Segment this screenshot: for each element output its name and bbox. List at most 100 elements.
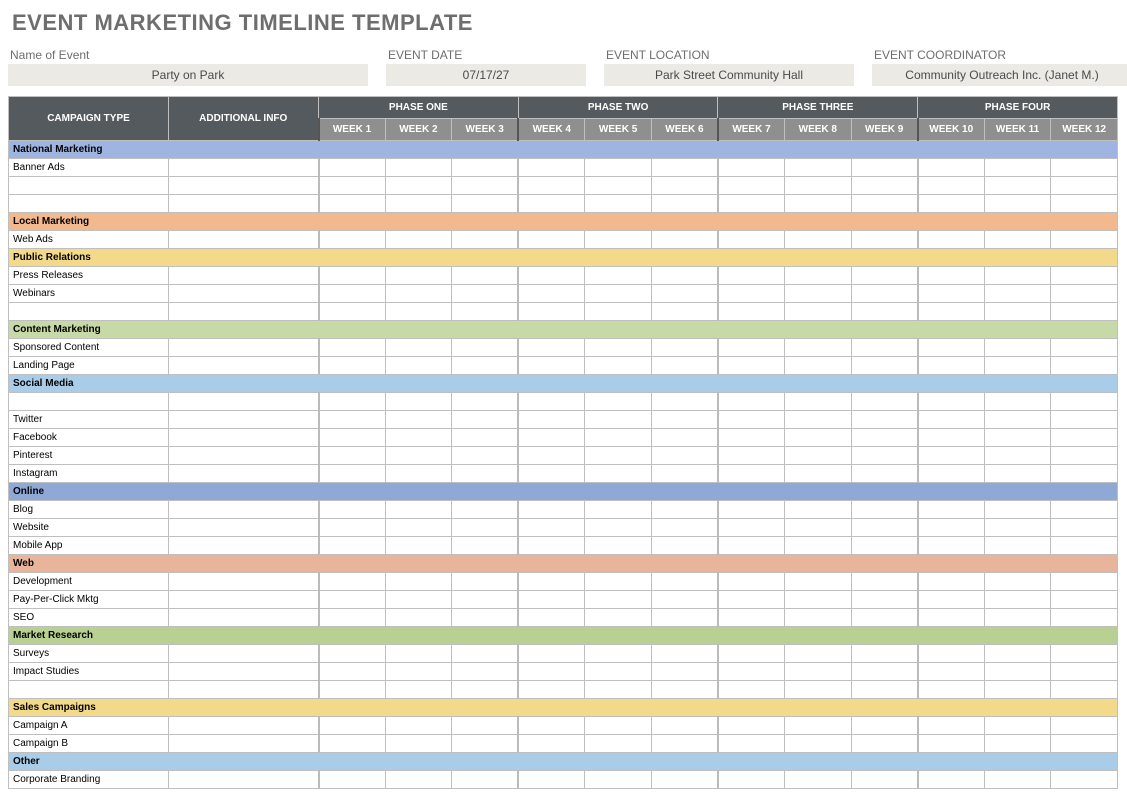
- cell-week-4[interactable]: [518, 465, 585, 483]
- row-additional[interactable]: [169, 267, 319, 285]
- row-additional[interactable]: [169, 771, 319, 789]
- cell-week-7[interactable]: [718, 537, 785, 555]
- cell-week-3[interactable]: [452, 357, 519, 375]
- info-location-value[interactable]: Park Street Community Hall: [604, 64, 854, 86]
- cell-week-8[interactable]: [785, 231, 852, 249]
- cell-week-10[interactable]: [918, 285, 985, 303]
- cell-week-6[interactable]: [651, 501, 718, 519]
- cell-week-12[interactable]: [1051, 447, 1118, 465]
- cell-week-11[interactable]: [984, 177, 1051, 195]
- cell-week-11[interactable]: [984, 285, 1051, 303]
- cell-week-6[interactable]: [651, 447, 718, 465]
- cell-week-11[interactable]: [984, 339, 1051, 357]
- cell-week-9[interactable]: [851, 609, 918, 627]
- cell-week-9[interactable]: [851, 447, 918, 465]
- cell-week-8[interactable]: [785, 519, 852, 537]
- info-date-value[interactable]: 07/17/27: [386, 64, 586, 86]
- row-additional[interactable]: [169, 663, 319, 681]
- cell-week-11[interactable]: [984, 771, 1051, 789]
- cell-week-8[interactable]: [785, 645, 852, 663]
- cell-week-8[interactable]: [785, 267, 852, 285]
- cell-week-5[interactable]: [585, 591, 652, 609]
- cell-week-2[interactable]: [385, 429, 452, 447]
- cell-week-9[interactable]: [851, 573, 918, 591]
- cell-week-10[interactable]: [918, 267, 985, 285]
- cell-week-3[interactable]: [452, 717, 519, 735]
- cell-week-9[interactable]: [851, 177, 918, 195]
- cell-week-1[interactable]: [319, 357, 386, 375]
- cell-week-7[interactable]: [718, 357, 785, 375]
- cell-week-12[interactable]: [1051, 573, 1118, 591]
- cell-week-8[interactable]: [785, 447, 852, 465]
- cell-week-4[interactable]: [518, 645, 585, 663]
- cell-week-3[interactable]: [452, 645, 519, 663]
- cell-week-5[interactable]: [585, 501, 652, 519]
- row-additional[interactable]: [169, 285, 319, 303]
- cell-week-7[interactable]: [718, 771, 785, 789]
- cell-week-8[interactable]: [785, 411, 852, 429]
- cell-week-2[interactable]: [385, 447, 452, 465]
- cell-week-2[interactable]: [385, 339, 452, 357]
- cell-week-8[interactable]: [785, 573, 852, 591]
- cell-week-9[interactable]: [851, 267, 918, 285]
- cell-week-6[interactable]: [651, 285, 718, 303]
- cell-week-6[interactable]: [651, 159, 718, 177]
- cell-week-3[interactable]: [452, 447, 519, 465]
- cell-week-8[interactable]: [785, 609, 852, 627]
- cell-week-7[interactable]: [718, 429, 785, 447]
- cell-week-5[interactable]: [585, 537, 652, 555]
- cell-week-4[interactable]: [518, 393, 585, 411]
- row-additional[interactable]: [169, 519, 319, 537]
- cell-week-4[interactable]: [518, 573, 585, 591]
- cell-week-8[interactable]: [785, 393, 852, 411]
- cell-week-12[interactable]: [1051, 537, 1118, 555]
- cell-week-4[interactable]: [518, 231, 585, 249]
- cell-week-1[interactable]: [319, 573, 386, 591]
- cell-week-9[interactable]: [851, 357, 918, 375]
- cell-week-6[interactable]: [651, 771, 718, 789]
- cell-week-11[interactable]: [984, 645, 1051, 663]
- cell-week-9[interactable]: [851, 411, 918, 429]
- cell-week-7[interactable]: [718, 231, 785, 249]
- cell-week-11[interactable]: [984, 159, 1051, 177]
- cell-week-11[interactable]: [984, 609, 1051, 627]
- cell-week-10[interactable]: [918, 771, 985, 789]
- cell-week-8[interactable]: [785, 285, 852, 303]
- cell-week-5[interactable]: [585, 339, 652, 357]
- cell-week-6[interactable]: [651, 429, 718, 447]
- cell-week-9[interactable]: [851, 537, 918, 555]
- cell-week-5[interactable]: [585, 771, 652, 789]
- cell-week-12[interactable]: [1051, 501, 1118, 519]
- cell-week-3[interactable]: [452, 393, 519, 411]
- cell-week-7[interactable]: [718, 339, 785, 357]
- cell-week-4[interactable]: [518, 771, 585, 789]
- cell-week-2[interactable]: [385, 573, 452, 591]
- cell-week-8[interactable]: [785, 177, 852, 195]
- cell-week-10[interactable]: [918, 609, 985, 627]
- cell-week-8[interactable]: [785, 717, 852, 735]
- cell-week-2[interactable]: [385, 231, 452, 249]
- cell-week-2[interactable]: [385, 465, 452, 483]
- cell-week-4[interactable]: [518, 735, 585, 753]
- cell-week-11[interactable]: [984, 663, 1051, 681]
- cell-week-7[interactable]: [718, 609, 785, 627]
- cell-week-12[interactable]: [1051, 267, 1118, 285]
- cell-week-4[interactable]: [518, 339, 585, 357]
- cell-week-5[interactable]: [585, 429, 652, 447]
- cell-week-11[interactable]: [984, 393, 1051, 411]
- cell-week-2[interactable]: [385, 735, 452, 753]
- cell-week-2[interactable]: [385, 771, 452, 789]
- cell-week-5[interactable]: [585, 285, 652, 303]
- cell-week-9[interactable]: [851, 771, 918, 789]
- cell-week-8[interactable]: [785, 663, 852, 681]
- cell-week-11[interactable]: [984, 501, 1051, 519]
- cell-week-2[interactable]: [385, 267, 452, 285]
- cell-week-4[interactable]: [518, 537, 585, 555]
- cell-week-11[interactable]: [984, 591, 1051, 609]
- cell-week-10[interactable]: [918, 717, 985, 735]
- cell-week-9[interactable]: [851, 429, 918, 447]
- cell-week-7[interactable]: [718, 735, 785, 753]
- cell-week-12[interactable]: [1051, 645, 1118, 663]
- cell-week-1[interactable]: [319, 519, 386, 537]
- cell-week-6[interactable]: [651, 591, 718, 609]
